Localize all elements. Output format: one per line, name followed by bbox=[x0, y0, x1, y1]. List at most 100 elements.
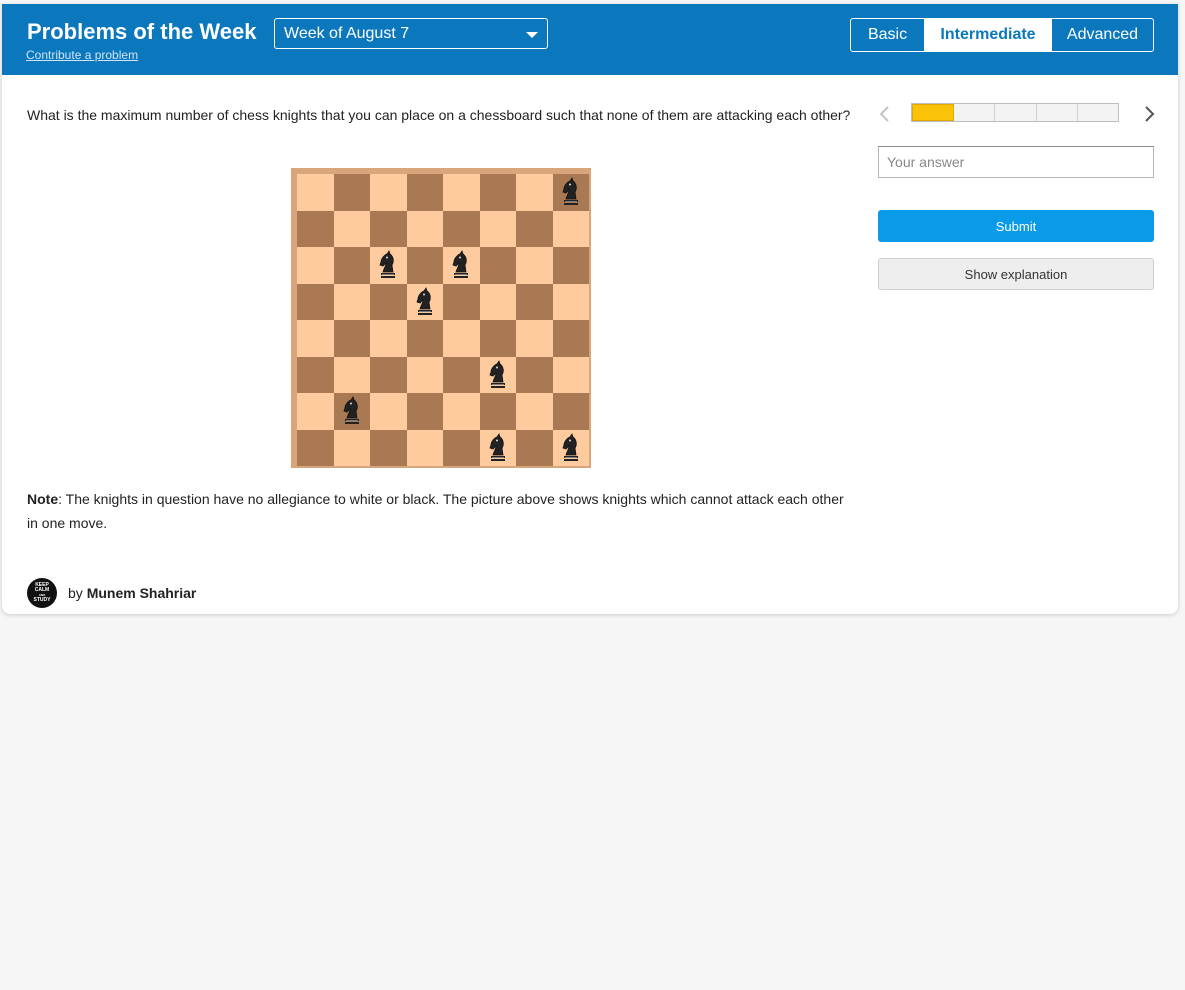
board-square bbox=[370, 429, 407, 466]
board-square bbox=[552, 174, 590, 211]
board-square bbox=[333, 247, 370, 284]
board-square bbox=[443, 283, 480, 320]
board-square bbox=[516, 320, 553, 357]
board-square bbox=[552, 320, 589, 357]
board-square bbox=[370, 320, 407, 357]
board-square bbox=[297, 393, 334, 430]
level-intermediate-button[interactable]: Intermediate bbox=[924, 19, 1051, 51]
author-name[interactable]: Munem Shahriar bbox=[87, 585, 197, 601]
chessboard-grid bbox=[297, 174, 589, 466]
board-square bbox=[552, 393, 589, 430]
board-square bbox=[479, 320, 516, 357]
header-bar: Problems of the Week Contribute a proble… bbox=[2, 4, 1178, 75]
board-square bbox=[406, 356, 443, 393]
board-square bbox=[406, 320, 443, 357]
board-square bbox=[516, 429, 553, 466]
board-square bbox=[516, 174, 553, 211]
contribute-link[interactable]: Contribute a problem bbox=[26, 48, 138, 62]
black-knight-icon bbox=[553, 174, 590, 211]
board-square bbox=[516, 393, 553, 430]
board-square bbox=[370, 393, 407, 430]
board-square bbox=[333, 320, 370, 357]
board-square bbox=[370, 174, 407, 211]
board-square bbox=[370, 247, 407, 284]
board-square bbox=[297, 356, 334, 393]
black-knight-icon bbox=[334, 393, 371, 430]
note-text: : The knights in question have no allegi… bbox=[27, 491, 844, 531]
note-label: Note bbox=[27, 491, 59, 507]
board-square bbox=[370, 356, 407, 393]
chevron-down-icon bbox=[526, 32, 538, 38]
show-explanation-button[interactable]: Show explanation bbox=[878, 258, 1154, 290]
board-square bbox=[516, 247, 553, 284]
next-arrow-icon[interactable] bbox=[1142, 104, 1156, 124]
avatar[interactable]: KEEP CALM AND STUDY bbox=[27, 578, 57, 608]
board-square bbox=[297, 429, 334, 466]
black-knight-icon bbox=[480, 430, 517, 467]
progress-segment bbox=[1078, 104, 1118, 121]
board-square bbox=[406, 210, 443, 247]
progress-segment bbox=[1037, 104, 1078, 121]
board-square bbox=[443, 210, 480, 247]
level-switcher: Basic Intermediate Advanced bbox=[850, 18, 1154, 52]
board-square bbox=[297, 283, 334, 320]
board-square bbox=[552, 429, 590, 467]
progress-segment bbox=[912, 104, 955, 121]
problem-note: Note: The knights in question have no al… bbox=[27, 487, 855, 535]
board-square bbox=[479, 356, 517, 394]
author-byline: by Munem Shahriar bbox=[68, 585, 196, 601]
board-square bbox=[333, 174, 370, 211]
board-square bbox=[370, 210, 407, 247]
board-square bbox=[297, 320, 334, 357]
previous-arrow-icon[interactable] bbox=[878, 104, 892, 124]
board-square bbox=[333, 429, 370, 466]
board-square bbox=[479, 429, 517, 467]
progress-segment bbox=[954, 104, 996, 121]
board-square bbox=[479, 393, 516, 430]
board-square bbox=[443, 393, 480, 430]
board-square bbox=[443, 320, 480, 357]
submit-button[interactable]: Submit bbox=[878, 210, 1154, 242]
board-square bbox=[443, 429, 480, 466]
page-title: Problems of the Week bbox=[27, 19, 257, 44]
board-square bbox=[479, 247, 516, 284]
board-square bbox=[443, 247, 480, 284]
board-square bbox=[406, 174, 443, 211]
board-square bbox=[516, 210, 553, 247]
black-knight-icon bbox=[407, 284, 444, 321]
by-label: by bbox=[68, 585, 83, 601]
board-square bbox=[552, 247, 589, 284]
board-square bbox=[406, 393, 443, 430]
board-square bbox=[333, 283, 370, 320]
black-knight-icon bbox=[443, 247, 480, 284]
problem-card: Problems of the Week Contribute a proble… bbox=[2, 4, 1178, 614]
problem-question: What is the maximum number of chess knig… bbox=[27, 107, 851, 123]
level-basic-button[interactable]: Basic bbox=[851, 19, 924, 51]
board-square bbox=[333, 393, 371, 430]
progress-bar bbox=[911, 103, 1119, 122]
board-square bbox=[406, 429, 443, 466]
board-square bbox=[297, 174, 334, 211]
black-knight-icon bbox=[480, 357, 517, 394]
board-square bbox=[406, 283, 444, 321]
progress-segment bbox=[995, 104, 1037, 121]
board-square bbox=[516, 356, 553, 393]
author-line: KEEP CALM AND STUDY by Munem Shahriar bbox=[27, 577, 196, 609]
board-square bbox=[443, 356, 480, 393]
board-square bbox=[552, 210, 589, 247]
board-square bbox=[479, 174, 516, 211]
board-square bbox=[552, 356, 589, 393]
board-square bbox=[516, 283, 553, 320]
black-knight-icon bbox=[370, 247, 407, 284]
level-advanced-button[interactable]: Advanced bbox=[1051, 19, 1153, 51]
board-square bbox=[297, 247, 334, 284]
week-select[interactable]: Week of August 7 bbox=[274, 18, 548, 49]
board-square bbox=[297, 210, 334, 247]
week-select-value: Week of August 7 bbox=[284, 25, 410, 42]
board-square bbox=[552, 283, 589, 320]
board-square bbox=[406, 247, 443, 284]
black-knight-icon bbox=[553, 430, 590, 467]
board-square bbox=[443, 174, 480, 211]
answer-input[interactable] bbox=[878, 146, 1154, 178]
board-square bbox=[333, 210, 370, 247]
